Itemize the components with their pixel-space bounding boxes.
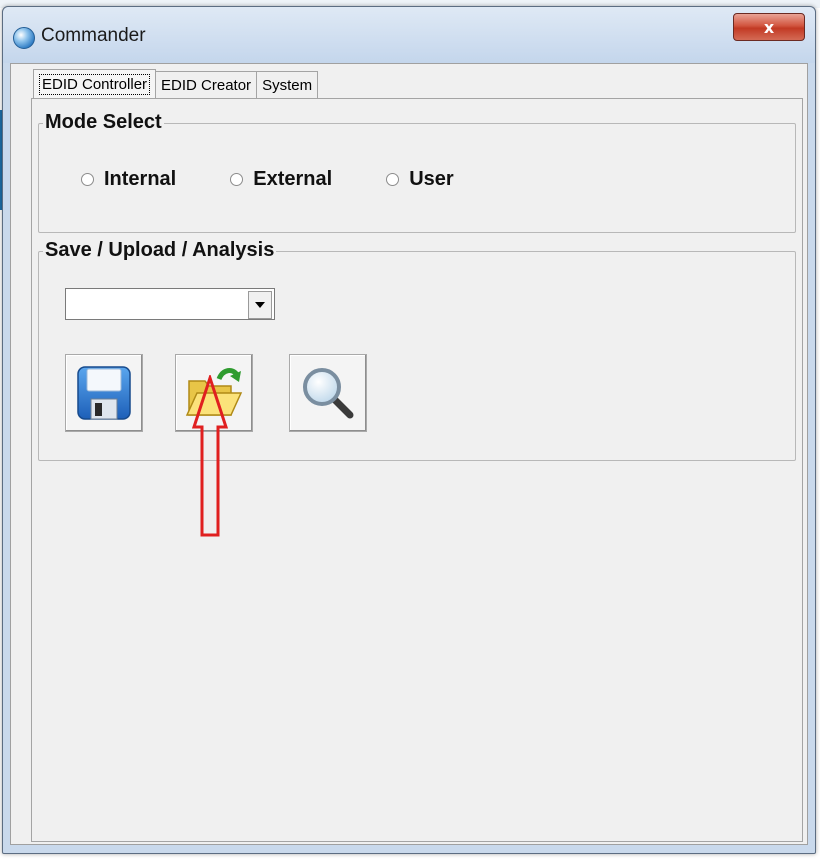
mode-radio-row: Internal External User bbox=[81, 168, 508, 191]
tab-edid-controller[interactable]: EDID Controller bbox=[33, 69, 157, 98]
red-up-arrow-icon bbox=[191, 375, 229, 537]
analysis-button[interactable] bbox=[289, 354, 367, 432]
tab-edid-creator[interactable]: EDID Creator bbox=[155, 71, 258, 98]
file-select-dropdown[interactable] bbox=[65, 288, 275, 320]
mode-select-legend: Mode Select bbox=[43, 111, 164, 134]
save-upload-analysis-group: Save / Upload / Analysis bbox=[38, 239, 796, 461]
floppy-disk-icon bbox=[77, 366, 131, 420]
radio-user[interactable]: User bbox=[386, 168, 454, 191]
radio-button-icon[interactable] bbox=[230, 173, 244, 186]
title-bar[interactable]: Commander x bbox=[3, 7, 815, 63]
client-area: EDID Controller EDID Creator System Mode… bbox=[10, 63, 808, 845]
tab-label: System bbox=[262, 76, 313, 94]
tab-system[interactable]: System bbox=[256, 71, 319, 98]
edid-controller-panel: Mode Select Internal External User Save … bbox=[31, 98, 803, 842]
chevron-down-icon[interactable] bbox=[248, 291, 272, 319]
radio-external[interactable]: External bbox=[230, 168, 332, 191]
mode-select-group: Mode Select Internal External User bbox=[38, 111, 796, 233]
close-button[interactable]: x bbox=[733, 13, 805, 41]
magnifier-icon bbox=[303, 368, 354, 419]
tab-label: EDID Creator bbox=[161, 76, 252, 94]
tab-label: EDID Controller bbox=[39, 73, 151, 95]
radio-button-icon[interactable] bbox=[81, 173, 94, 186]
globe-app-icon bbox=[13, 27, 35, 49]
radio-label-internal: Internal bbox=[104, 168, 177, 190]
window-title: Commander bbox=[41, 25, 146, 46]
save-upload-analysis-legend: Save / Upload / Analysis bbox=[43, 239, 277, 262]
tab-strip: EDID Controller EDID Creator System bbox=[33, 69, 319, 98]
radio-label-user: User bbox=[409, 168, 454, 190]
radio-internal[interactable]: Internal bbox=[81, 168, 176, 191]
radio-button-icon[interactable] bbox=[386, 173, 400, 186]
radio-label-external: External bbox=[253, 168, 333, 190]
save-button[interactable] bbox=[65, 354, 143, 432]
commander-window: Commander x EDID Controller EDID Creator… bbox=[2, 6, 816, 854]
